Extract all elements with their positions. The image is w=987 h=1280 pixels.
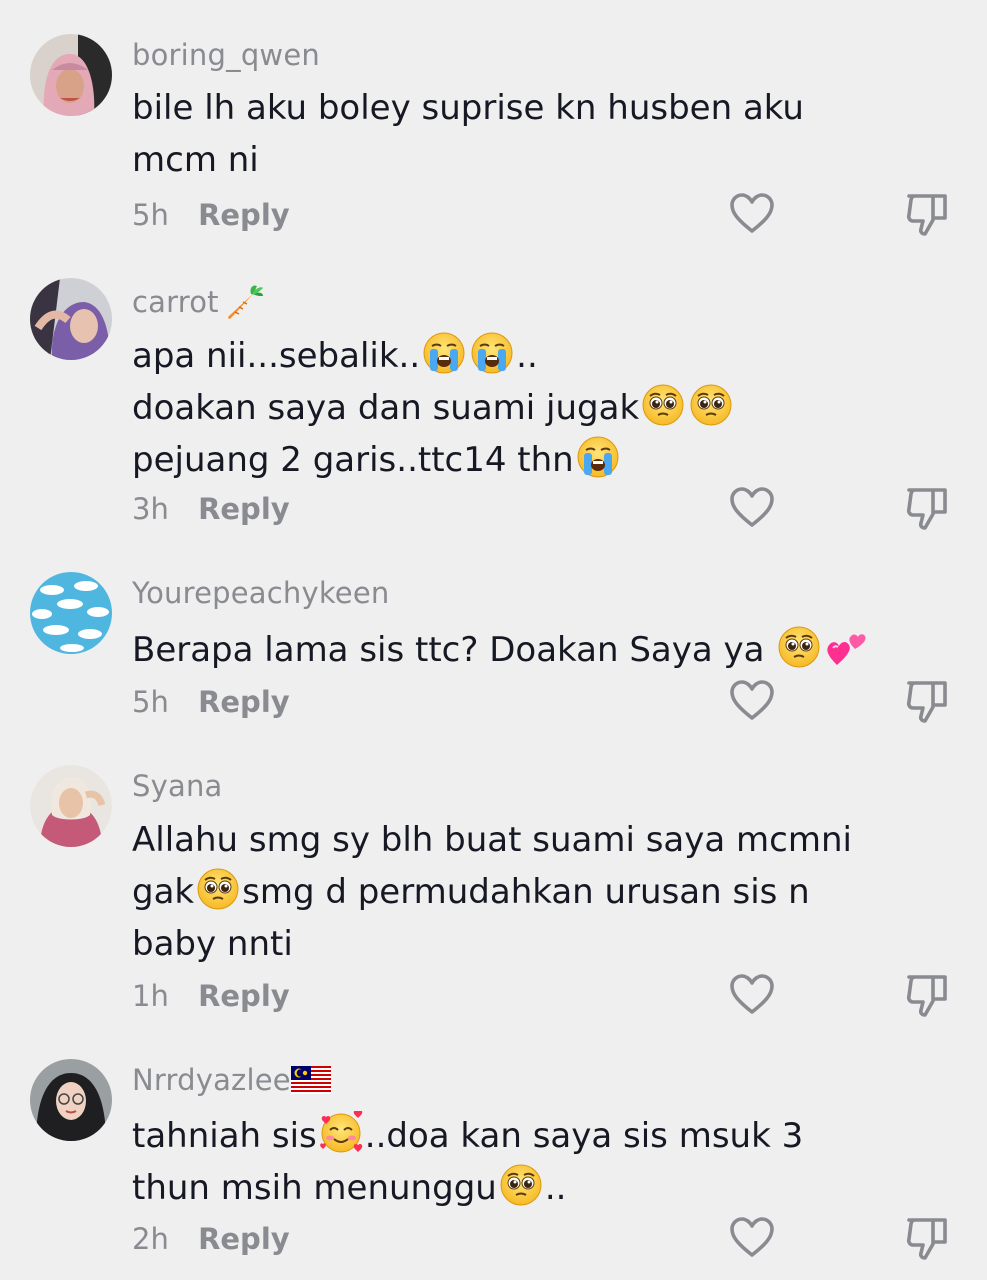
comment-line: mcm ni: [132, 140, 259, 180]
comment-text: tahniah sis ..doa kan saya sis msuk 3 thu…: [132, 1110, 832, 1214]
dislike-thumb-down-icon[interactable]: [903, 190, 951, 238]
reply-button[interactable]: Reply: [198, 979, 290, 1013]
malaysia-flag-icon: [290, 1066, 331, 1094]
two-hearts-emoji-icon: [825, 625, 869, 669]
avatar[interactable]: [30, 278, 112, 360]
smiling-face-with-hearts-emoji-icon: [319, 1111, 363, 1155]
comment-line: apa nii...sebalik....: [132, 330, 832, 382]
comment-line-text: pejuang 2 garis..ttc14 thn: [132, 440, 574, 480]
dislike-thumb-down-icon[interactable]: [903, 1214, 951, 1262]
comment-line: baby nnti: [132, 924, 293, 964]
like-heart-icon[interactable]: [728, 190, 776, 238]
loudly-crying-face-emoji-icon: [470, 331, 514, 375]
avatar[interactable]: [30, 572, 112, 654]
pleading-face-emoji-icon: [499, 1163, 543, 1207]
comment-time: 5h: [132, 685, 169, 719]
comment-line-text: apa nii...sebalik..: [132, 336, 421, 376]
dislike-thumb-down-icon[interactable]: [903, 971, 951, 1019]
reply-button[interactable]: Reply: [198, 492, 290, 526]
comment-time: 1h: [132, 979, 169, 1013]
comment-meta: 5h Reply: [132, 198, 290, 232]
comment-time: 2h: [132, 1222, 169, 1256]
carrot-icon: [225, 282, 265, 322]
comment-text: Allahu smg sy blh buat suami saya mcmni …: [132, 814, 852, 970]
like-heart-icon[interactable]: [728, 484, 776, 532]
comment-line: tahniah sis ..doa kan saya sis msuk 3: [132, 1110, 832, 1162]
comment-username[interactable]: Yourepeachykeen: [132, 576, 389, 610]
comment-text: Berapa lama sis ttc? Doakan Saya ya: [132, 624, 832, 676]
dislike-thumb-down-icon[interactable]: [903, 484, 951, 532]
comment-line-text: ..doa kan saya sis msuk 3: [364, 1116, 804, 1156]
comment-username[interactable]: Nrrdyazlee: [132, 1063, 331, 1097]
comment-line-text: gak: [132, 872, 195, 912]
reply-button[interactable]: Reply: [198, 1222, 290, 1256]
comment-time: 5h: [132, 198, 169, 232]
like-heart-icon[interactable]: [728, 677, 776, 725]
comment-line: gak smg d permudahkan urusan sis n: [132, 866, 832, 918]
comment-time: 3h: [132, 492, 169, 526]
pleading-face-emoji-icon: [196, 867, 240, 911]
comment-line-text: thun msih menunggu: [132, 1168, 497, 1208]
comment-line: Allahu smg sy blh buat suami saya mcmni: [132, 820, 852, 860]
dislike-thumb-down-icon[interactable]: [903, 677, 951, 725]
avatar[interactable]: [30, 1059, 112, 1141]
comment-line-text: tahniah sis: [132, 1116, 317, 1156]
comment-line: bile lh aku boley suprise kn husben aku: [132, 88, 804, 128]
username-text: Nrrdyazlee: [132, 1063, 291, 1097]
comment-line-text: doakan saya dan suami jugak: [132, 388, 640, 428]
avatar[interactable]: [30, 765, 112, 847]
avatar[interactable]: [30, 34, 112, 116]
reply-button[interactable]: Reply: [198, 198, 290, 232]
comment-text: bile lh aku boley suprise kn husben aku …: [132, 82, 832, 186]
pleading-face-emoji-icon: [689, 383, 733, 427]
comment-line: Berapa lama sis ttc? Doakan Saya ya: [132, 624, 832, 676]
comment-line: doakan saya dan suami jugak: [132, 382, 832, 434]
comment-text: apa nii...sebalik.... doakan saya dan su…: [132, 330, 832, 486]
like-heart-icon[interactable]: [728, 1214, 776, 1262]
comment-username[interactable]: carrot: [132, 282, 265, 322]
comment-line-text: Berapa lama sis ttc? Doakan Saya ya: [132, 630, 776, 670]
comment-line-text: ..: [544, 1168, 567, 1208]
username-text: carrot: [132, 285, 219, 319]
comment-line-text: smg d permudahkan urusan sis n: [242, 872, 810, 912]
comment-meta: 5h Reply: [132, 685, 290, 719]
pleading-face-emoji-icon: [777, 625, 821, 669]
comment-username[interactable]: Syana: [132, 769, 223, 803]
comment-meta: 1h Reply: [132, 979, 290, 1013]
comment-line: thun msih menunggu..: [132, 1162, 832, 1214]
like-heart-icon[interactable]: [728, 971, 776, 1019]
reply-button[interactable]: Reply: [198, 685, 290, 719]
loudly-crying-face-emoji-icon: [576, 435, 620, 479]
comment-username[interactable]: boring_qwen: [132, 38, 320, 72]
comment-line: pejuang 2 garis..ttc14 thn: [132, 434, 832, 486]
comment-meta: 3h Reply: [132, 492, 290, 526]
pleading-face-emoji-icon: [641, 383, 685, 427]
comment-meta: 2h Reply: [132, 1222, 290, 1256]
loudly-crying-face-emoji-icon: [422, 331, 466, 375]
